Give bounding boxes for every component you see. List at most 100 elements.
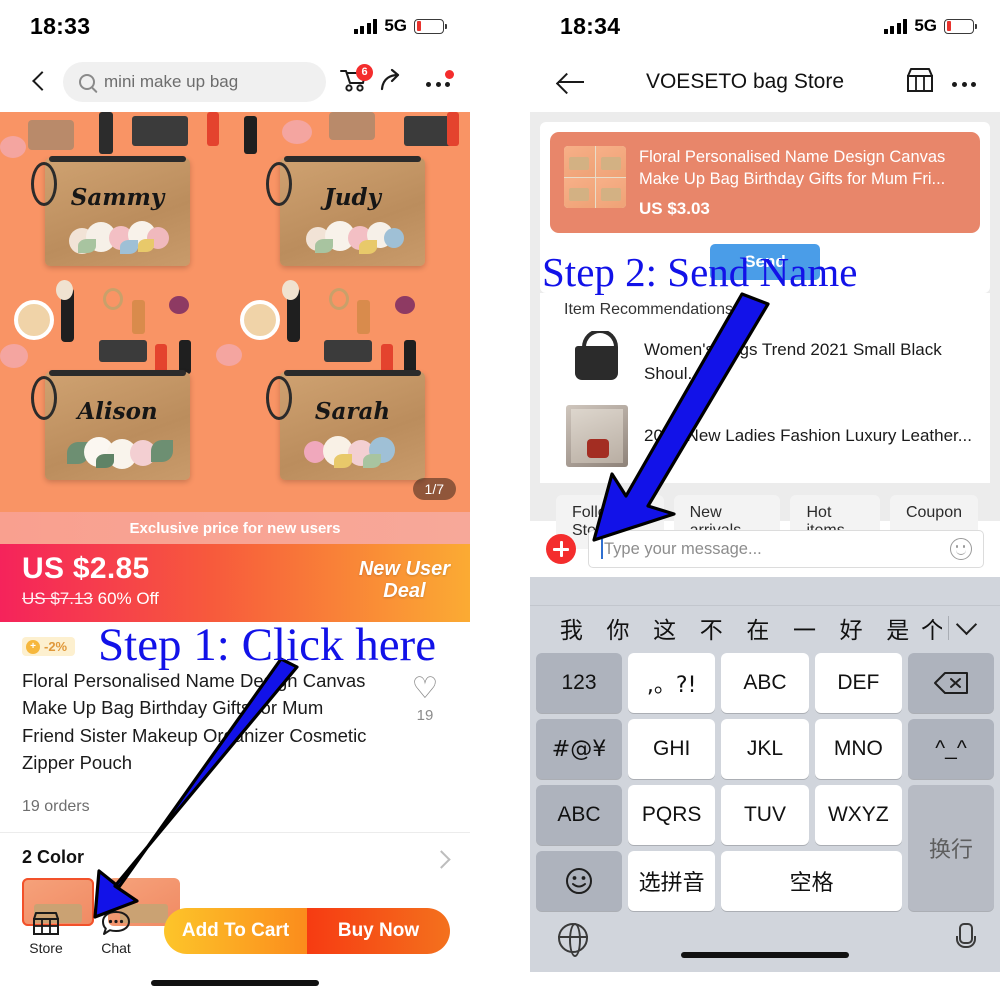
search-input[interactable]: mini make up bag	[63, 62, 326, 102]
recommendation-title-1: Women's Bags Trend 2021 Small Black Shou…	[644, 340, 942, 383]
list-item[interactable]: 2021 New Ladies Fashion Luxury Leather..…	[540, 399, 990, 473]
back-chevron-icon[interactable]	[28, 71, 50, 93]
orders-count: 19 orders	[22, 797, 90, 815]
chat-bubble-icon	[90, 906, 142, 939]
status-indicators: 5G	[353, 16, 447, 36]
status-indicators-right: 5G	[883, 16, 977, 36]
exclusive-price-banner: Exclusive price for new users	[0, 512, 470, 544]
microphone-icon[interactable]	[956, 923, 976, 953]
home-indicator-left	[151, 980, 319, 986]
dual-screenshot: 18:33 5G mini make up bag 6 Sammy Judy A…	[0, 0, 1000, 1000]
key-ghi[interactable]: GHI	[628, 719, 716, 779]
suggestion-partial[interactable]: 个	[921, 611, 942, 645]
signal-bars-icon	[353, 18, 378, 34]
storefront-icon	[20, 906, 72, 939]
chinese-keyboard: 我 你 这 不 在 一 好 是 个 123 ,。?! ABC DEF #@¥ G…	[530, 577, 1000, 972]
chat-label: Chat	[101, 940, 131, 956]
price-banner: US $2.85 US $7.13 60% Off New User Deal	[0, 544, 470, 622]
heart-icon: ♡	[411, 672, 439, 705]
suggestion-6[interactable]: 好	[828, 611, 875, 645]
item-recommendations: Item Recommendations Women's Bags Trend …	[540, 292, 990, 483]
delete-icon[interactable]	[908, 653, 994, 713]
message-placeholder: Type your message...	[604, 539, 762, 558]
status-time-right: 18:34	[560, 12, 621, 39]
key-symbols[interactable]: #@¥	[536, 719, 622, 779]
color-label: 2 Color	[22, 846, 85, 867]
recommendation-title-2: 2021 New Ladies Fashion Luxury Leather..…	[644, 426, 972, 446]
annotation-step-1: Step 1: Click here	[98, 619, 437, 671]
key-mno[interactable]: MNO	[814, 719, 902, 779]
key-jkl[interactable]: JKL	[721, 719, 809, 779]
keyboard-bottom-row	[530, 911, 1000, 957]
original-price: US $7.13	[22, 589, 93, 608]
chevron-down-icon[interactable]	[955, 613, 978, 636]
chat-button[interactable]: Chat	[90, 906, 142, 956]
chat-more-button[interactable]	[952, 69, 976, 95]
product-image-gallery[interactable]: Sammy Judy Alison Sarah 1/7	[0, 112, 470, 512]
message-input-bar: Type your message...	[530, 521, 1000, 577]
suggestion-3[interactable]: 不	[688, 611, 735, 645]
gallery-bag-2: Judy	[235, 112, 470, 312]
key-123[interactable]: 123	[536, 653, 622, 713]
buy-now-button[interactable]: Buy Now	[307, 908, 450, 954]
add-attachment-icon[interactable]	[546, 534, 576, 564]
keyboard-grid: 123 ,。?! ABC DEF #@¥ GHI JKL MNO ^_^ ABC…	[530, 649, 1000, 911]
store-button[interactable]: Store	[20, 906, 72, 956]
product-card-title: Floral Personalised Name Design Canvas M…	[639, 148, 946, 189]
key-return[interactable]: 换行	[908, 785, 994, 911]
key-def[interactable]: DEF	[814, 653, 902, 713]
gallery-page-indicator: 1/7	[412, 478, 456, 500]
key-abc-mode[interactable]: ABC	[536, 785, 622, 845]
product-header-bar: mini make up bag 6	[0, 52, 470, 112]
suggestion-4[interactable]: 在	[735, 611, 782, 645]
annotation-step-2: Step 2: Send Name	[542, 249, 858, 295]
store-label: Store	[29, 940, 63, 956]
bag-name-2: Judy	[323, 183, 382, 211]
status-bar-right: 18:34 5G	[530, 0, 1000, 52]
emoji-icon[interactable]	[536, 851, 622, 911]
shopping-cart-button[interactable]: 6	[339, 63, 373, 98]
key-select-pinyin[interactable]: 选拼音	[628, 851, 716, 911]
suggestion-0[interactable]: 我	[548, 611, 595, 645]
store-shortcut-button[interactable]	[904, 66, 936, 99]
suggestion-7[interactable]: 是	[874, 611, 921, 645]
network-label: 5G	[384, 16, 407, 35]
page-title: Floral Personalised Name Design Canvas M…	[22, 670, 367, 774]
key-wxyz[interactable]: WXYZ	[814, 785, 902, 845]
status-bar-left: 18:33 5G	[0, 0, 470, 52]
back-arrow-icon[interactable]	[558, 71, 586, 93]
network-label-right: 5G	[914, 16, 937, 35]
keyboard-top-spacer	[530, 577, 1000, 605]
more-options-button[interactable]	[426, 69, 454, 95]
key-punctuation[interactable]: ,。?!	[628, 653, 716, 713]
chat-message-area: Floral Personalised Name Design Canvas M…	[530, 112, 1000, 549]
recommendation-image-1	[566, 330, 628, 393]
globe-language-icon[interactable]	[558, 923, 588, 957]
key-space[interactable]: 空格	[721, 851, 902, 911]
panel-gap	[470, 0, 530, 1000]
list-item[interactable]: Women's Bags Trend 2021 Small Black Shou…	[540, 325, 990, 399]
share-button[interactable]	[380, 68, 407, 97]
suggestion-2[interactable]: 这	[641, 611, 688, 645]
home-indicator-right	[681, 952, 849, 958]
gallery-bag-1: Sammy	[0, 112, 235, 312]
suggestion-1[interactable]: 你	[595, 611, 642, 645]
suggestion-bar: 我 你 这 不 在 一 好 是 个	[530, 605, 1000, 649]
bag-name-3: Alison	[77, 397, 158, 425]
emoji-icon[interactable]	[950, 538, 972, 560]
message-input[interactable]: Type your message...	[588, 530, 984, 568]
wishlist-button[interactable]: ♡ 19	[402, 672, 448, 725]
right-panel-chat-page: 18:34 5G VOESETO bag Store Floral Person…	[530, 0, 1000, 1000]
product-message-card[interactable]: Floral Personalised Name Design Canvas M…	[550, 132, 980, 233]
cart-count-badge: 6	[356, 63, 373, 81]
key-kaomoji[interactable]: ^_^	[908, 719, 994, 779]
new-user-deal-label: New User Deal	[358, 558, 450, 603]
wishlist-count: 19	[416, 707, 434, 724]
share-icon	[380, 68, 400, 90]
key-pqrs[interactable]: PQRS	[628, 785, 716, 845]
add-to-cart-button[interactable]: Add To Cart	[164, 908, 307, 954]
store-title: VOESETO bag Store	[645, 70, 845, 93]
key-tuv[interactable]: TUV	[721, 785, 809, 845]
suggestion-5[interactable]: 一	[781, 611, 828, 645]
key-abc[interactable]: ABC	[721, 653, 809, 713]
